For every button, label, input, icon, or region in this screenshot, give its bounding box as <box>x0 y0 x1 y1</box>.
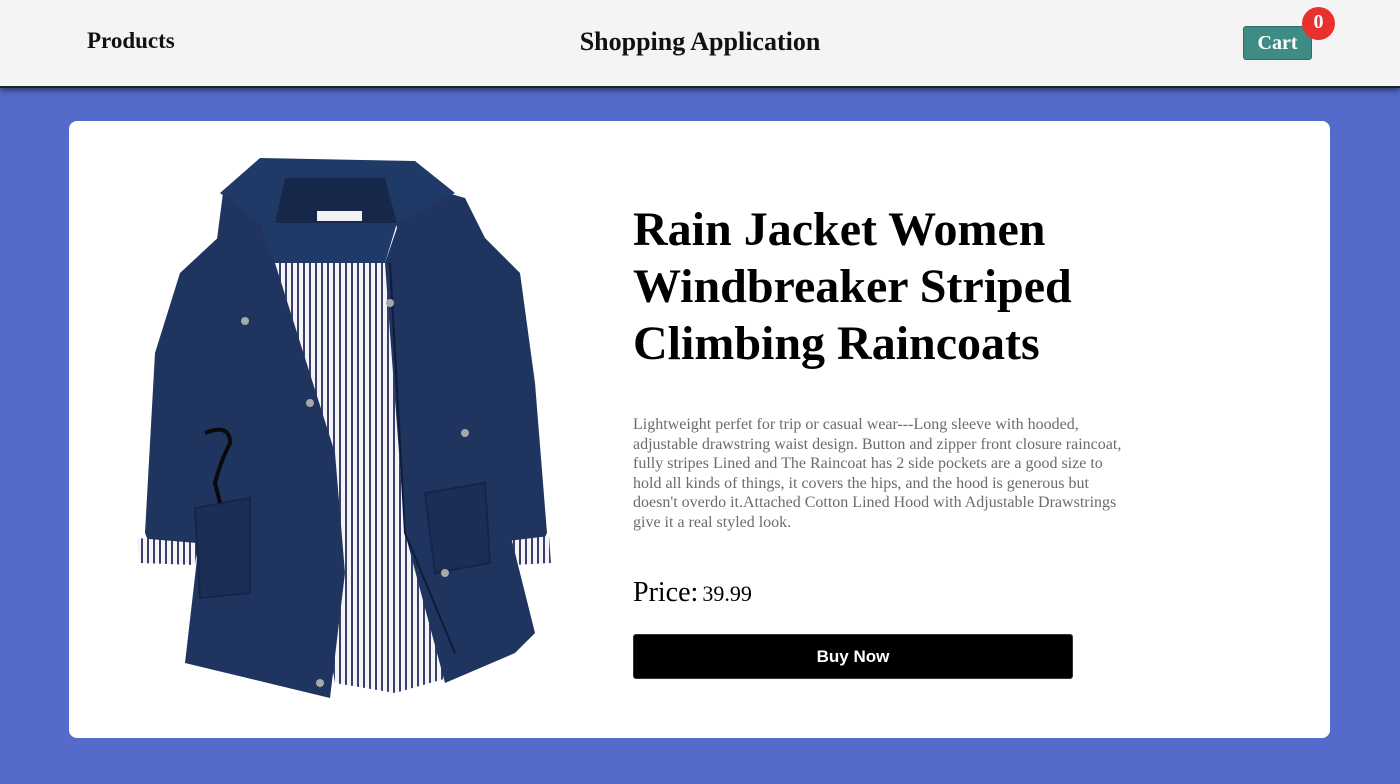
product-card: Rain Jacket Women Windbreaker Striped Cl… <box>69 121 1330 738</box>
cart-button[interactable]: Cart <box>1243 26 1312 60</box>
product-title: Rain Jacket Women Windbreaker Striped Cl… <box>633 203 1072 370</box>
cart-count-badge: 0 <box>1302 7 1335 40</box>
price-label: Price: <box>633 577 699 608</box>
price-row: Price: 39.99 <box>633 577 752 609</box>
product-description: Lightweight perfet for trip or casual we… <box>633 416 1122 531</box>
top-navbar: Products Shopping Application Cart 0 <box>0 0 1400 88</box>
product-image <box>137 158 551 698</box>
app-title: Shopping Application <box>579 27 821 56</box>
price-value: 39.99 <box>702 581 752 606</box>
buy-now-button[interactable]: Buy Now <box>633 634 1073 679</box>
